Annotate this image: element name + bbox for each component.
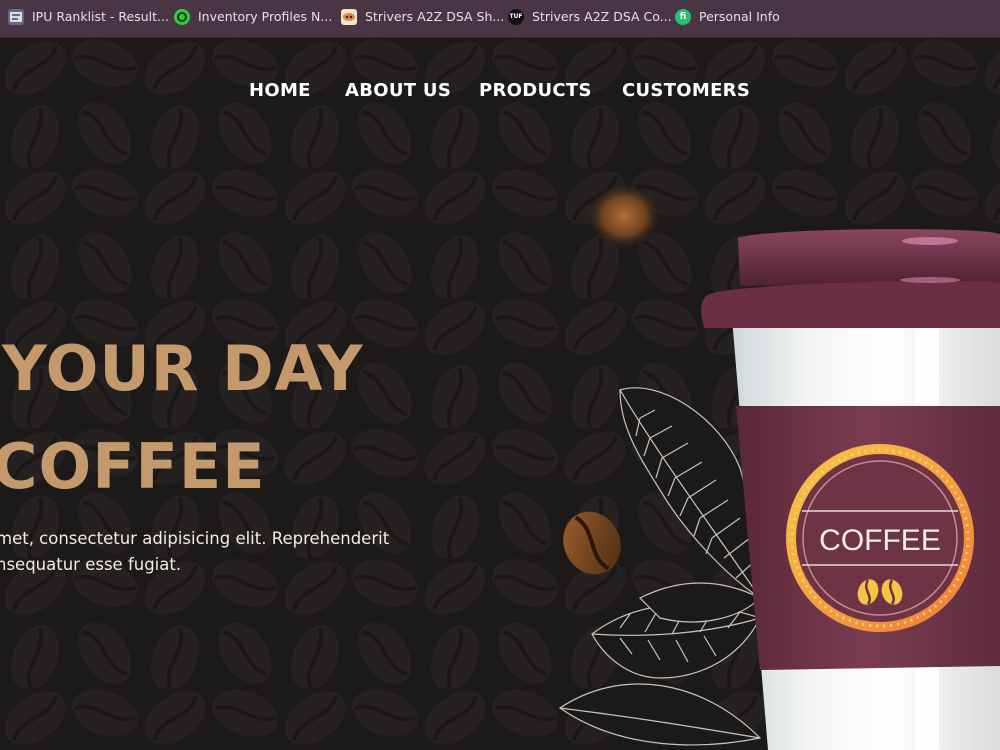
bookmark-label: Strivers A2Z DSA Co... bbox=[532, 9, 672, 24]
bookmarks-bar: IPU Ranklist - Result... Inventory Profi… bbox=[0, 0, 1000, 38]
blurred-bean-icon bbox=[588, 184, 660, 248]
inventory-profiles-icon bbox=[174, 8, 190, 25]
bookmark-inventory-profiles[interactable]: Inventory Profiles N... bbox=[174, 0, 332, 33]
bookmark-personal-info[interactable]: fi Personal Info bbox=[675, 0, 780, 33]
tuf-icon: TUF bbox=[508, 8, 524, 25]
bookmark-label: Inventory Profiles N... bbox=[198, 9, 333, 24]
coffee-bean-icon bbox=[563, 511, 621, 575]
bookmark-label: Personal Info bbox=[699, 9, 780, 24]
hero-artwork: COFFEE bbox=[558, 184, 1000, 750]
bookmark-label: Strivers A2Z DSA Sh... bbox=[365, 9, 505, 24]
bookmark-strivers-course[interactable]: TUF Strivers A2Z DSA Co... bbox=[508, 0, 672, 33]
bookmark-strivers-sheet[interactable]: Strivers A2Z DSA Sh... bbox=[341, 0, 504, 33]
bookmark-label: IPU Ranklist - Result... bbox=[32, 9, 169, 24]
bookmark-ipu-ranklist[interactable]: IPU Ranklist - Result... bbox=[8, 0, 169, 33]
cup-label: COFFEE bbox=[819, 524, 941, 557]
striver-sheet-icon bbox=[341, 8, 357, 25]
ranklist-icon bbox=[8, 8, 24, 25]
coffee-cup-illustration: COFFEE bbox=[701, 229, 1000, 750]
hero-section: HOME ABOUT US PRODUCTS CUSTOMERS YOUR DA… bbox=[0, 38, 1000, 750]
personal-info-icon: fi bbox=[675, 8, 691, 25]
